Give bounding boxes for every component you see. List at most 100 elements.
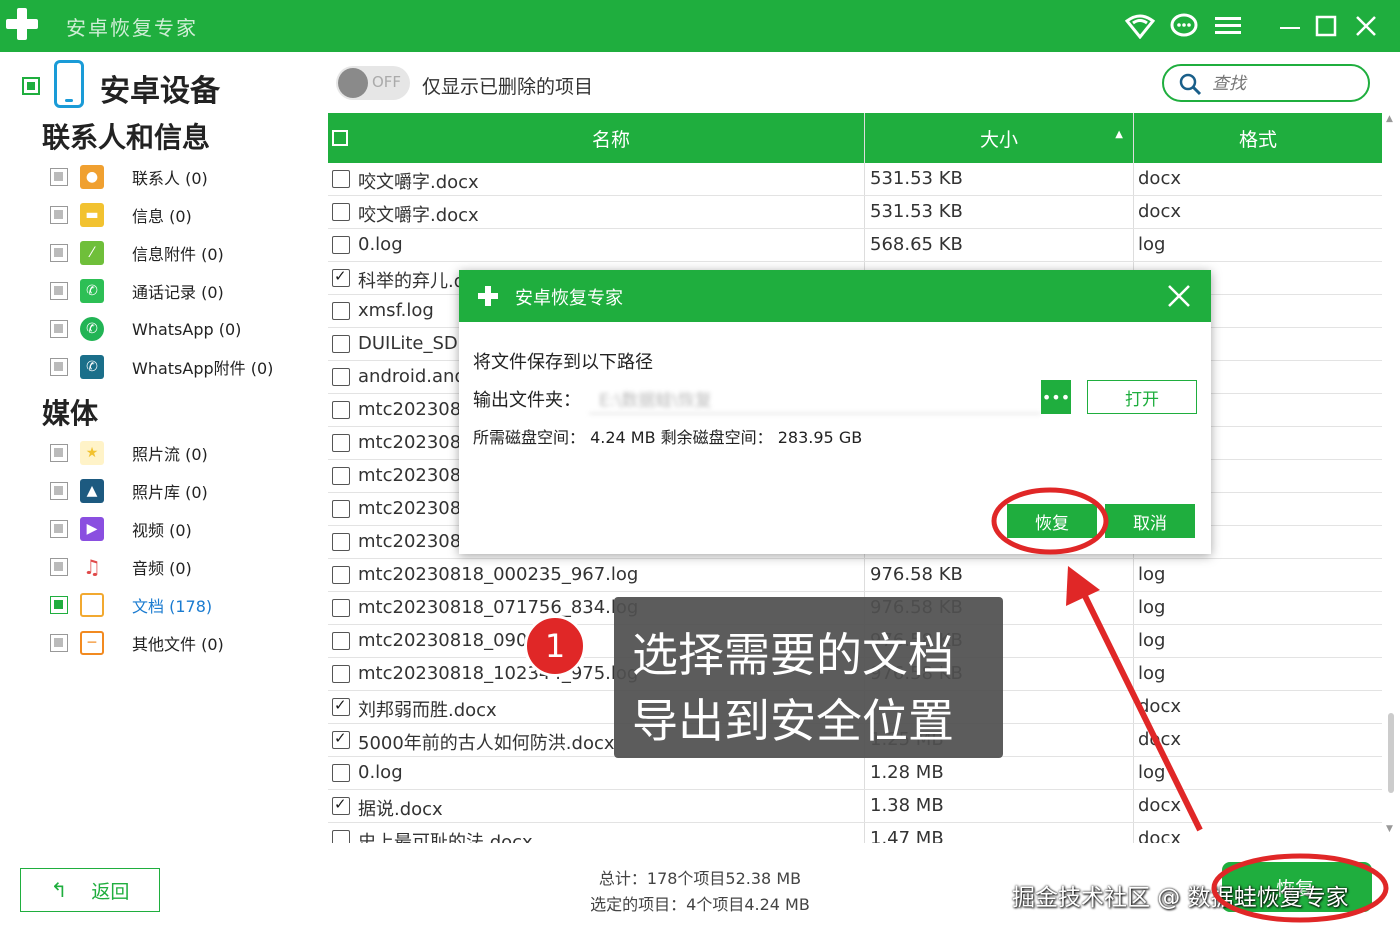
row-checkbox[interactable] xyxy=(332,830,350,843)
watermark: 掘金技术社区 @ 数据蛙恢复专家 xyxy=(1012,885,1349,911)
file-name: 史上最可耻的法.docx xyxy=(358,832,533,843)
checkbox[interactable] xyxy=(50,244,68,262)
column-size[interactable]: 大小 ▲ xyxy=(865,113,1133,163)
menu-icon[interactable] xyxy=(1212,10,1244,42)
row-checkbox[interactable] xyxy=(332,368,350,386)
browse-button[interactable]: ••• xyxy=(1041,380,1071,414)
file-format: log xyxy=(1138,630,1166,651)
file-name: mtc202308 xyxy=(358,531,462,552)
maximize-icon[interactable] xyxy=(1310,10,1342,42)
row-checkbox[interactable] xyxy=(332,401,350,419)
select-all-checkbox[interactable] xyxy=(332,130,348,146)
dialog-header: 安卓恢复专家 xyxy=(459,270,1211,322)
close-icon[interactable] xyxy=(1350,10,1382,42)
row-checkbox[interactable] xyxy=(332,500,350,518)
open-folder-button[interactable]: 打开 xyxy=(1087,380,1197,414)
sidebar-item-label: 视频 (0) xyxy=(132,521,192,540)
file-name: 刘邦弱而胜.docx xyxy=(358,700,497,721)
device-title: 安卓设备 xyxy=(100,74,220,109)
sidebar-item-photo-library[interactable]: ▲ 照片库 (0) xyxy=(50,476,310,506)
device-checkbox[interactable] xyxy=(22,77,40,95)
row-checkbox[interactable] xyxy=(332,302,350,320)
search-input[interactable] xyxy=(1212,72,1352,96)
table-row[interactable]: 咬文嚼字.docx 531.53 KB docx xyxy=(328,163,1382,196)
checkbox[interactable] xyxy=(50,206,68,224)
dialog-heading: 将文件保存到以下路径 xyxy=(473,352,653,373)
row-checkbox[interactable] xyxy=(332,533,350,551)
sidebar-item-label: 通话记录 (0) xyxy=(132,283,224,302)
attachment-icon: ⁄ xyxy=(80,241,104,265)
checkbox[interactable] xyxy=(50,558,68,576)
column-name[interactable]: 名称 xyxy=(358,113,864,163)
column-format[interactable]: 格式 xyxy=(1134,113,1382,163)
checkbox[interactable] xyxy=(50,444,68,462)
vertical-scrollbar[interactable]: ▲ ▼ xyxy=(1386,114,1396,838)
checkbox[interactable] xyxy=(50,358,68,376)
sidebar-item-messages[interactable]: ▬ 信息 (0) xyxy=(50,200,310,230)
table-row[interactable]: 0.log 1.28 MB log xyxy=(328,757,1382,790)
selected-text: 选定的项目：4个项目4.24 MB xyxy=(590,895,810,914)
toggle-state: OFF xyxy=(372,73,402,91)
whatsapp-icon: ✆ xyxy=(80,317,104,341)
sidebar-item-other-files[interactable]: ─ 其他文件 (0) xyxy=(50,628,310,658)
checkbox[interactable] xyxy=(50,168,68,186)
row-checkbox[interactable] xyxy=(332,566,350,584)
dialog-restore-button[interactable]: 恢复 xyxy=(1007,504,1097,538)
search-box[interactable] xyxy=(1162,64,1370,102)
dialog-cancel-button[interactable]: 取消 xyxy=(1105,504,1195,538)
table-row[interactable]: 咬文嚼字.docx 531.53 KB docx xyxy=(328,196,1382,229)
sidebar-item-label: 照片流 (0) xyxy=(132,445,208,464)
sidebar-item-label: 文档 (178) xyxy=(132,597,213,616)
row-checkbox[interactable] xyxy=(332,632,350,650)
minimize-icon[interactable] xyxy=(1274,10,1306,42)
sidebar-item-contacts[interactable]: ● 联系人 (0) xyxy=(50,162,310,192)
scroll-thumb[interactable] xyxy=(1388,713,1394,793)
row-checkbox[interactable] xyxy=(332,729,350,749)
row-checkbox[interactable] xyxy=(332,236,350,254)
row-checkbox[interactable] xyxy=(332,467,350,485)
checkbox[interactable] xyxy=(50,320,68,338)
back-button[interactable]: ↰ 返回 xyxy=(20,868,160,912)
deleted-only-toggle[interactable]: OFF xyxy=(336,66,410,100)
sidebar-item-whatsapp-attachments[interactable]: ✆ WhatsApp附件 (0) xyxy=(50,352,310,382)
file-name: 0.log xyxy=(358,234,403,255)
sidebar-item-call-log[interactable]: ✆ 通话记录 (0) xyxy=(50,276,310,306)
file-format: log xyxy=(1138,663,1166,684)
sidebar-item-video[interactable]: ▶ 视频 (0) xyxy=(50,514,310,544)
row-checkbox[interactable] xyxy=(332,599,350,617)
checkbox[interactable] xyxy=(50,634,68,652)
row-checkbox[interactable] xyxy=(332,665,350,683)
row-checkbox[interactable] xyxy=(332,696,350,716)
row-checkbox[interactable] xyxy=(332,267,350,287)
sidebar-item-audio[interactable]: ♫ 音频 (0) xyxy=(50,552,310,582)
table-row[interactable]: 史上最可耻的法.docx 1.47 MB docx xyxy=(328,823,1382,843)
output-path-field[interactable]: E:\数据蛙\恢复 xyxy=(589,380,1041,414)
disk-space-info: 所需磁盘空间： 4.24 MB 剩余磁盘空间： 283.95 GB xyxy=(473,428,863,447)
file-name: mtc20230818_102344_975.log xyxy=(358,663,639,684)
row-checkbox[interactable] xyxy=(332,434,350,452)
sidebar-item-photo-stream[interactable]: ★ 照片流 (0) xyxy=(50,438,310,468)
checkbox[interactable] xyxy=(50,596,68,614)
row-checkbox[interactable] xyxy=(332,764,350,782)
checkbox[interactable] xyxy=(50,482,68,500)
sidebar-item-message-attachments[interactable]: ⁄ 信息附件 (0) xyxy=(50,238,310,268)
row-checkbox[interactable] xyxy=(332,795,350,815)
phone-device-icon xyxy=(54,60,84,108)
scroll-up-icon[interactable]: ▲ xyxy=(1386,114,1393,124)
row-checkbox[interactable] xyxy=(332,203,350,221)
checkbox[interactable] xyxy=(50,520,68,538)
sidebar-item-whatsapp[interactable]: ✆ WhatsApp (0) xyxy=(50,314,310,344)
table-row[interactable]: 据说.docx 1.38 MB docx xyxy=(328,790,1382,823)
row-checkbox[interactable] xyxy=(332,170,350,188)
table-row[interactable]: 0.log 568.65 KB log xyxy=(328,229,1382,262)
row-checkbox[interactable] xyxy=(332,335,350,353)
sidebar-item-documents[interactable]: 文档 (178) xyxy=(50,590,310,620)
dialog-close-icon[interactable] xyxy=(1165,282,1193,310)
chat-icon[interactable] xyxy=(1168,10,1200,42)
table-row[interactable]: mtc20230818_000235_967.log 976.58 KB log xyxy=(328,559,1382,592)
wifi-icon[interactable] xyxy=(1124,10,1156,42)
checkbox[interactable] xyxy=(50,282,68,300)
scroll-down-icon[interactable]: ▼ xyxy=(1386,824,1393,834)
sort-asc-icon: ▲ xyxy=(1115,129,1123,140)
save-path-dialog: 安卓恢复专家 将文件保存到以下路径 输出文件夹： E:\数据蛙\恢复 ••• 打… xyxy=(459,270,1211,554)
